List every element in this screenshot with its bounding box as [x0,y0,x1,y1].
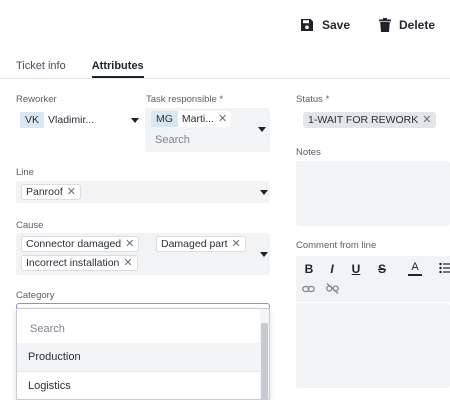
floppy-disk-icon [300,18,314,32]
text-color-icon[interactable]: A [408,260,422,276]
task-responsible-name: Marti... [181,113,215,125]
cause-chip: Damaged part ✕ [156,236,246,252]
cause-field[interactable]: Connector damaged ✕ Damaged part ✕ Incor… [16,233,270,275]
reworker-field[interactable]: VK Vladimir... [16,109,142,131]
cause-chip: Incorrect installation ✕ [21,255,138,271]
category-search-input[interactable]: Search [17,318,261,346]
notes-textarea[interactable] [296,161,450,226]
status-field[interactable]: 1-WAIT FOR REWORK ✕ [296,109,450,131]
close-icon[interactable]: ✕ [123,257,136,269]
reworker-chip: VK Vladimir... [20,112,99,128]
tab-bar: Ticket info Attributes [16,60,170,78]
chevron-down-icon[interactable] [260,252,268,257]
chevron-down-icon[interactable] [131,118,139,123]
save-button[interactable]: Save [300,14,350,36]
cause-value: Damaged part [161,238,228,250]
bold-icon[interactable]: B [302,262,316,276]
reworker-label: Reworker [16,94,57,105]
unlink-icon[interactable] [325,283,339,297]
task-responsible-label: Task responsible * [146,94,224,105]
bullet-list-icon[interactable] [438,262,450,277]
delete-button[interactable]: Delete [379,14,435,36]
line-chip: Panroof ✕ [21,184,81,200]
tabs-divider [0,78,450,79]
cause-value: Connector damaged [26,238,122,250]
italic-icon[interactable]: I [325,262,339,276]
avatar: MG [151,111,178,127]
comment-textarea[interactable] [296,303,450,388]
chevron-down-icon[interactable] [258,127,266,132]
scrollbar-thumb[interactable] [261,323,268,399]
delete-label: Delete [399,18,436,32]
list-item[interactable]: Logistics [17,372,261,399]
task-responsible-field[interactable]: MG Marti... ✕ Search [145,108,270,152]
close-icon[interactable]: ✕ [67,186,80,198]
task-responsible-search[interactable]: Search [155,134,190,146]
notes-label: Notes [296,147,321,158]
line-field[interactable]: Panroof ✕ [16,181,270,203]
editor-toolbar: B I U S A [296,256,450,302]
tab-attributes[interactable]: Attributes [91,60,144,78]
scrollbar[interactable] [260,309,269,399]
underline-icon[interactable]: U [349,262,363,276]
line-label: Line [16,167,34,178]
trash-icon [379,18,391,32]
category-dropdown: Search Production Logistics [16,308,270,400]
reworker-name: Vladimir... [48,114,95,126]
comment-label: Comment from line [296,240,377,251]
chevron-down-icon[interactable] [260,190,268,195]
strikethrough-icon[interactable]: S [375,262,389,276]
category-label: Category [16,290,55,301]
cause-value: Incorrect installation [26,257,120,269]
status-label: Status * [296,94,330,105]
cause-label: Cause [16,220,44,231]
list-item[interactable]: Production [17,343,261,372]
status-chip: 1-WAIT FOR REWORK ✕ [303,112,437,128]
close-icon[interactable]: ✕ [125,238,138,250]
status-value: 1-WAIT FOR REWORK [308,114,419,126]
close-icon[interactable]: ✕ [422,114,435,126]
cause-chip: Connector damaged ✕ [21,236,140,252]
tab-ticket-info[interactable]: Ticket info [16,60,66,78]
task-responsible-chip: MG Marti... ✕ [151,111,232,127]
save-label: Save [322,18,351,32]
close-icon[interactable]: ✕ [218,113,231,125]
link-icon[interactable] [301,283,315,297]
avatar: VK [20,112,45,128]
line-value: Panroof [26,186,63,198]
close-icon[interactable]: ✕ [232,238,245,250]
